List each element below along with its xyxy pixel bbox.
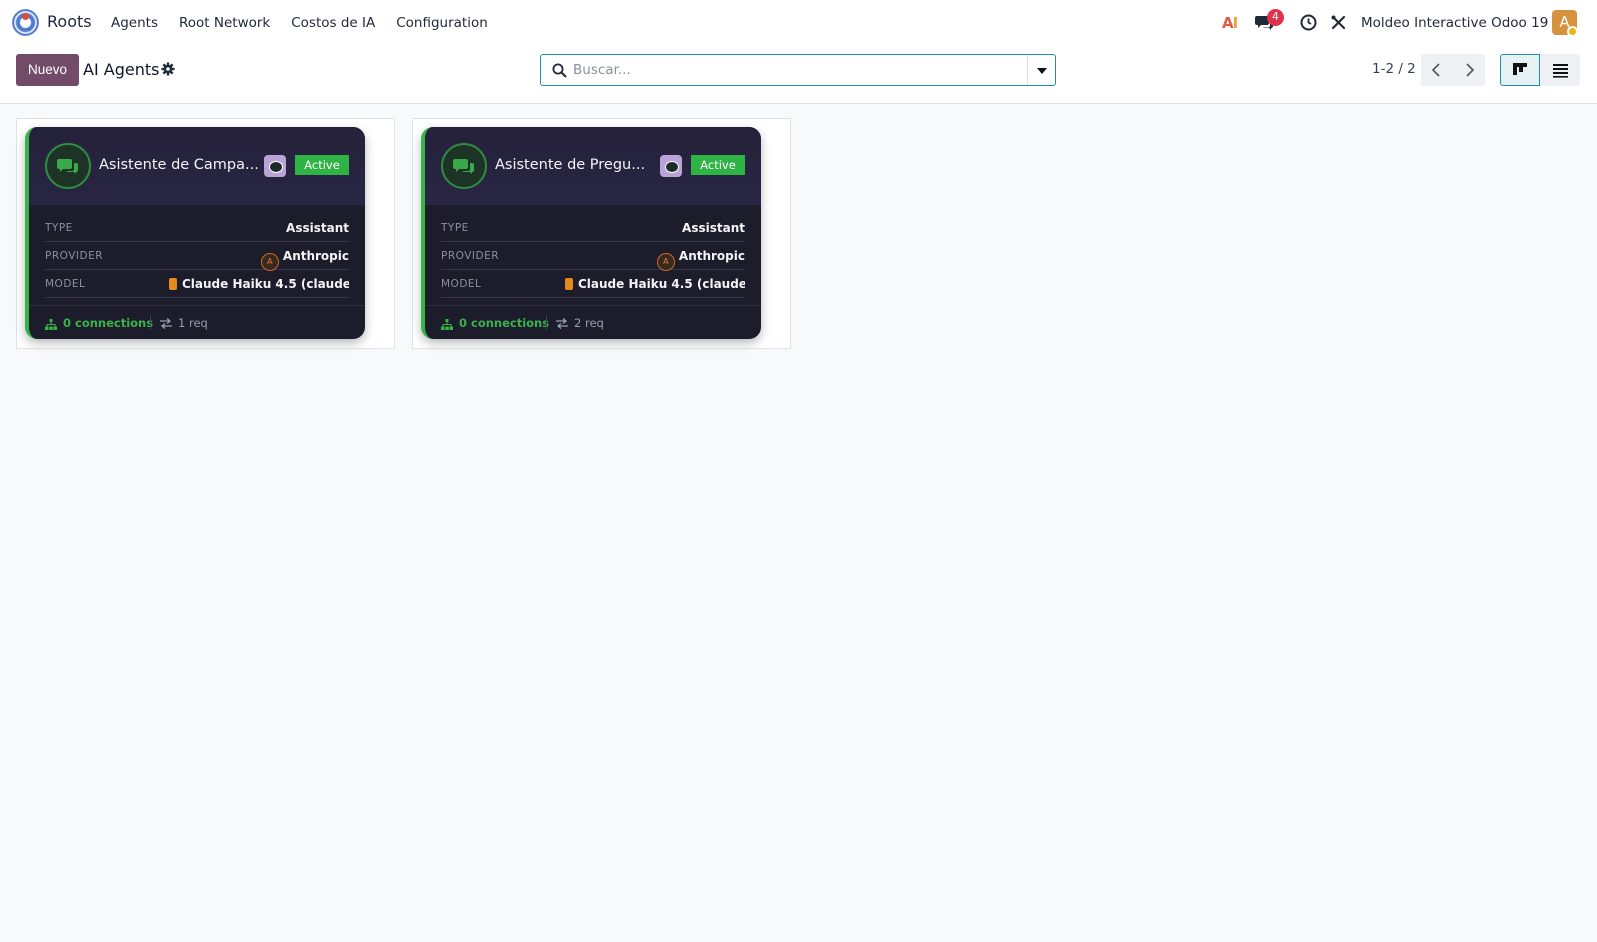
model-icon xyxy=(169,278,177,290)
requests-count: 1 req xyxy=(178,316,208,330)
clock-icon[interactable] xyxy=(1300,14,1317,31)
type-label: TYPE xyxy=(45,222,73,234)
chat-count-badge: 4 xyxy=(1267,9,1284,26)
type-value: Assistant xyxy=(682,221,745,235)
footer-separator xyxy=(150,315,151,330)
sitemap-icon xyxy=(441,319,453,330)
kanban-record[interactable]: Asistente de Pregu... Active TYPE Assist… xyxy=(412,118,791,349)
provider-name: Anthropic xyxy=(282,249,349,263)
provider-name: Anthropic xyxy=(678,249,745,263)
connections-count: 0 connections xyxy=(459,316,550,330)
new-button[interactable]: Nuevo xyxy=(16,54,79,86)
type-value: Assistant xyxy=(286,221,349,235)
page-title: AI Agents xyxy=(83,60,160,79)
app-logo-icon[interactable] xyxy=(12,9,39,36)
model-label: MODEL xyxy=(45,278,86,290)
footer-divider xyxy=(29,305,365,306)
model-label: MODEL xyxy=(441,278,482,290)
card-details: TYPE Assistant PROVIDER A Anthropic MODEL… xyxy=(45,214,349,298)
agent-avatar xyxy=(45,143,91,189)
type-label: TYPE xyxy=(441,222,469,234)
chat-bubbles-icon xyxy=(57,159,78,174)
menu-item-root-network[interactable]: Root Network xyxy=(179,15,270,31)
agent-card[interactable]: Asistente de Campa... Active TYPE Assist… xyxy=(25,127,365,339)
agent-name: Asistente de Campa... xyxy=(99,157,259,173)
menu-item-agents[interactable]: Agents xyxy=(111,15,158,31)
footer-divider xyxy=(425,305,761,306)
main-menu: Agents Root Network Costos de IA Configu… xyxy=(111,15,509,31)
exchange-icon xyxy=(160,318,172,329)
model-row: MODEL Claude Haiku 4.5 (claude-haiku-4-5… xyxy=(45,270,349,298)
provider-label: PROVIDER xyxy=(441,250,500,262)
pager-previous-button[interactable] xyxy=(1421,54,1453,86)
kanban-view-button[interactable] xyxy=(1500,54,1540,86)
company-switcher[interactable]: Moldeo Interactive Odoo 19 xyxy=(1361,15,1548,31)
model-value: Claude Haiku 4.5 (claude-haiku-4-5) xyxy=(565,277,745,291)
menu-item-configuration[interactable]: Configuration xyxy=(396,15,488,31)
provider-row: PROVIDER A Anthropic xyxy=(45,242,349,271)
card-header: Asistente de Campa... Active xyxy=(29,127,365,205)
requests-count: 2 req xyxy=(574,316,604,330)
connections-count: 0 connections xyxy=(63,316,154,330)
type-row: TYPE Assistant xyxy=(441,214,745,242)
top-navbar: Roots Agents Root Network Costos de IA C… xyxy=(0,0,1597,46)
list-icon xyxy=(1553,64,1568,78)
search-options-dropdown[interactable] xyxy=(1027,55,1055,85)
control-panel: Nuevo AI Agents 1-2 / 2 xyxy=(0,46,1597,104)
pager-next-button[interactable] xyxy=(1453,54,1485,86)
status-badge: Active xyxy=(295,155,349,175)
model-row: MODEL Claude Haiku 4.5 (claude-haiku-4-5… xyxy=(441,270,745,298)
provider-label: PROVIDER xyxy=(45,250,104,262)
robot-icon xyxy=(264,155,286,177)
chevron-right-icon xyxy=(1466,63,1475,77)
list-view-button[interactable] xyxy=(1540,54,1580,86)
provider-value: A Anthropic xyxy=(260,249,349,271)
model-name: Claude Haiku 4.5 (claude-haiku-4-5) xyxy=(578,277,745,291)
model-icon xyxy=(565,278,573,290)
model-value: Claude Haiku 4.5 (claude-haiku-4-5) xyxy=(169,277,349,291)
provider-row: PROVIDER A Anthropic xyxy=(441,242,745,271)
chevron-left-icon xyxy=(1431,63,1440,77)
search-icon xyxy=(552,63,567,78)
ai-icon[interactable]: AI xyxy=(1222,14,1238,32)
footer-separator xyxy=(546,315,547,330)
chat-bubbles-icon xyxy=(453,159,474,174)
kanban-icon xyxy=(1513,63,1527,75)
kanban-record[interactable]: Asistente de Campa... Active TYPE Assist… xyxy=(16,118,395,349)
card-header: Asistente de Pregu... Active xyxy=(425,127,761,205)
agent-avatar xyxy=(441,143,487,189)
robot-icon xyxy=(660,155,682,177)
type-row: TYPE Assistant xyxy=(45,214,349,242)
tools-icon[interactable] xyxy=(1330,14,1347,31)
app-name[interactable]: Roots xyxy=(47,12,92,31)
search-box xyxy=(540,54,1056,86)
menu-item-costos-de-ia[interactable]: Costos de IA xyxy=(291,15,375,31)
card-footer: 0 connections 2 req xyxy=(425,305,761,339)
provider-icon: A xyxy=(260,253,279,271)
model-name: Claude Haiku 4.5 (claude-haiku-4-5) xyxy=(182,277,349,291)
exchange-icon xyxy=(556,318,568,329)
search-input[interactable] xyxy=(573,59,1013,81)
card-footer: 0 connections 1 req xyxy=(29,305,365,339)
provider-icon: A xyxy=(656,253,675,271)
sitemap-icon xyxy=(45,319,57,330)
gear-icon[interactable] xyxy=(161,62,175,76)
user-status-icon xyxy=(1567,26,1578,37)
status-badge: Active xyxy=(691,155,745,175)
pager-value[interactable]: 1-2 / 2 xyxy=(1372,61,1416,77)
agent-card[interactable]: Asistente de Pregu... Active TYPE Assist… xyxy=(421,127,761,339)
card-details: TYPE Assistant PROVIDER A Anthropic MODEL… xyxy=(441,214,745,298)
provider-value: A Anthropic xyxy=(656,249,745,271)
agent-name: Asistente de Pregu... xyxy=(495,157,646,173)
